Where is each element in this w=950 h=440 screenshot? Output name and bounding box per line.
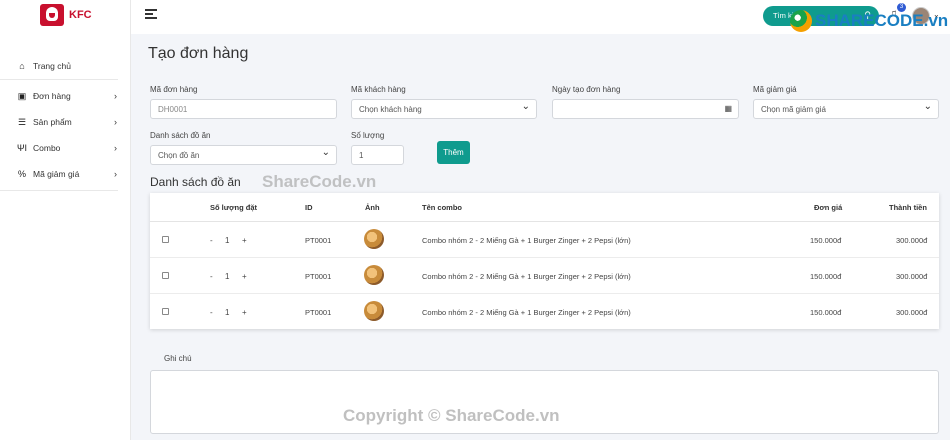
- row-quantity: 1: [225, 272, 230, 281]
- row-name: Combo nhóm 2 - 2 Miếng Gà + 1 Burger Zin…: [422, 308, 631, 317]
- row-total: 300.000đ: [896, 236, 928, 245]
- combo-image: [364, 265, 384, 285]
- order-id-input[interactable]: DH0001: [150, 99, 337, 119]
- home-icon: ⌂: [19, 60, 25, 71]
- row-id: PT0001: [305, 236, 332, 245]
- add-button[interactable]: Thêm: [437, 141, 470, 164]
- sidebar-divider: [0, 190, 118, 191]
- combo-image: [364, 301, 384, 321]
- food-table: Số lượng đặt ID Ảnh Tên combo Đơn giá Th…: [150, 193, 939, 329]
- table-row: - 1 + PT0001 Combo nhóm 2 - 2 Miếng Gà +…: [150, 258, 939, 294]
- chevron-right-icon: ›: [114, 117, 117, 127]
- row-unit-price: 150.000đ: [810, 236, 842, 245]
- table-header: Số lượng đặt ID Ảnh Tên combo Đơn giá Th…: [150, 193, 939, 222]
- sharecode-logo-text: SHARECODE.vn: [815, 11, 949, 30]
- row-quantity: 1: [225, 236, 230, 245]
- row-name: Combo nhóm 2 - 2 Miếng Gà + 1 Burger Zin…: [422, 236, 631, 245]
- quantity-decrease-button[interactable]: -: [210, 272, 213, 281]
- sidebar: KFC ⌂ Trang chủ ▣ Đơn hàng › ☰ Sản phẩm …: [0, 0, 131, 440]
- customer-label: Mã khách hàng: [351, 85, 406, 94]
- food-select[interactable]: Chọn đồ ăn: [150, 145, 337, 165]
- date-label: Ngày tạo đơn hàng: [552, 85, 621, 94]
- page-title: Tạo đơn hàng: [148, 45, 249, 62]
- quantity-increase-button[interactable]: +: [242, 308, 247, 317]
- main-content: Tạo đơn hàng Mã đơn hàng DH0001 Mã khách…: [131, 34, 950, 440]
- quantity-input[interactable]: 1: [351, 145, 404, 165]
- chevron-right-icon: ›: [114, 169, 117, 179]
- quantity-increase-button[interactable]: +: [242, 236, 247, 245]
- sharecode-logo: SHARECODE.vn: [790, 10, 948, 32]
- sidebar-item-orders[interactable]: ▣ Đơn hàng ›: [0, 83, 131, 109]
- copyright-watermark: Copyright © ShareCode.vn: [343, 406, 560, 425]
- customer-select[interactable]: Chọn khách hàng: [351, 99, 537, 119]
- column-header: Số lượng đặt: [210, 203, 258, 212]
- sidebar-item-products[interactable]: ☰ Sản phẩm ›: [0, 109, 131, 135]
- food-list-title: Danh sách đồ ăn: [150, 175, 241, 189]
- sidebar-item-label: Sản phẩm: [33, 117, 72, 127]
- brand-name: KFC: [69, 9, 92, 21]
- column-header: Ảnh: [365, 203, 380, 212]
- sidebar-item-label: Mã giảm giá: [33, 169, 80, 179]
- kfc-logo-icon: [40, 4, 64, 26]
- row-checkbox[interactable]: [162, 236, 169, 243]
- row-unit-price: 150.000đ: [810, 308, 842, 317]
- table-row: - 1 + PT0001 Combo nhóm 2 - 2 Miếng Gà +…: [150, 294, 939, 330]
- table-row: - 1 + PT0001 Combo nhóm 2 - 2 Miếng Gà +…: [150, 222, 939, 258]
- combo-image: [364, 229, 384, 249]
- sidebar-nav: ⌂ Trang chủ ▣ Đơn hàng › ☰ Sản phẩm › ΨΙ…: [0, 52, 131, 191]
- sharecode-logo-icon: [790, 10, 812, 32]
- order-id-label: Mã đơn hàng: [150, 85, 198, 94]
- burger-icon: ☰: [17, 116, 27, 127]
- utensils-icon: ΨΙ: [16, 143, 28, 153]
- sidebar-item-label: Trang chủ: [33, 60, 71, 71]
- menu-toggle-icon[interactable]: [145, 9, 157, 19]
- row-checkbox[interactable]: [162, 272, 169, 279]
- sidebar-item-label: Combo: [33, 143, 61, 153]
- calendar-icon[interactable]: ▦: [724, 104, 732, 113]
- column-header: Đơn giá: [814, 203, 843, 212]
- discount-label: Mã giảm giá: [753, 85, 797, 94]
- column-header: Tên combo: [422, 203, 463, 212]
- watermark-text: ShareCode.vn: [262, 172, 377, 191]
- row-quantity: 1: [225, 308, 230, 317]
- row-unit-price: 150.000đ: [810, 272, 842, 281]
- sidebar-item-combo[interactable]: ΨΙ Combo ›: [0, 135, 131, 161]
- row-id: PT0001: [305, 272, 332, 281]
- row-total: 300.000đ: [896, 308, 928, 317]
- brand[interactable]: KFC: [40, 4, 92, 26]
- quantity-decrease-button[interactable]: -: [210, 236, 213, 245]
- notes-label: Ghi chú: [164, 354, 192, 363]
- sidebar-item-label: Đơn hàng: [33, 91, 71, 101]
- sidebar-item-home[interactable]: ⌂ Trang chủ: [0, 52, 118, 80]
- discount-select[interactable]: Chọn mã giảm giá: [753, 99, 939, 119]
- row-name: Combo nhóm 2 - 2 Miếng Gà + 1 Burger Zin…: [422, 272, 631, 281]
- quantity-increase-button[interactable]: +: [242, 272, 247, 281]
- money-icon: ▣: [17, 90, 27, 101]
- column-header: ID: [305, 203, 313, 212]
- chevron-right-icon: ›: [114, 143, 117, 153]
- column-header: Thành tiền: [889, 203, 927, 212]
- row-checkbox[interactable]: [162, 308, 169, 315]
- date-input[interactable]: ▦: [552, 99, 739, 119]
- food-list-label: Danh sách đồ ăn: [150, 131, 211, 140]
- sidebar-item-discounts[interactable]: % Mã giảm giá ›: [0, 161, 131, 187]
- chevron-right-icon: ›: [114, 91, 117, 101]
- row-id: PT0001: [305, 308, 332, 317]
- quantity-label: Số lượng: [351, 131, 385, 140]
- percent-icon: %: [17, 169, 26, 179]
- row-total: 300.000đ: [896, 272, 928, 281]
- quantity-decrease-button[interactable]: -: [210, 308, 213, 317]
